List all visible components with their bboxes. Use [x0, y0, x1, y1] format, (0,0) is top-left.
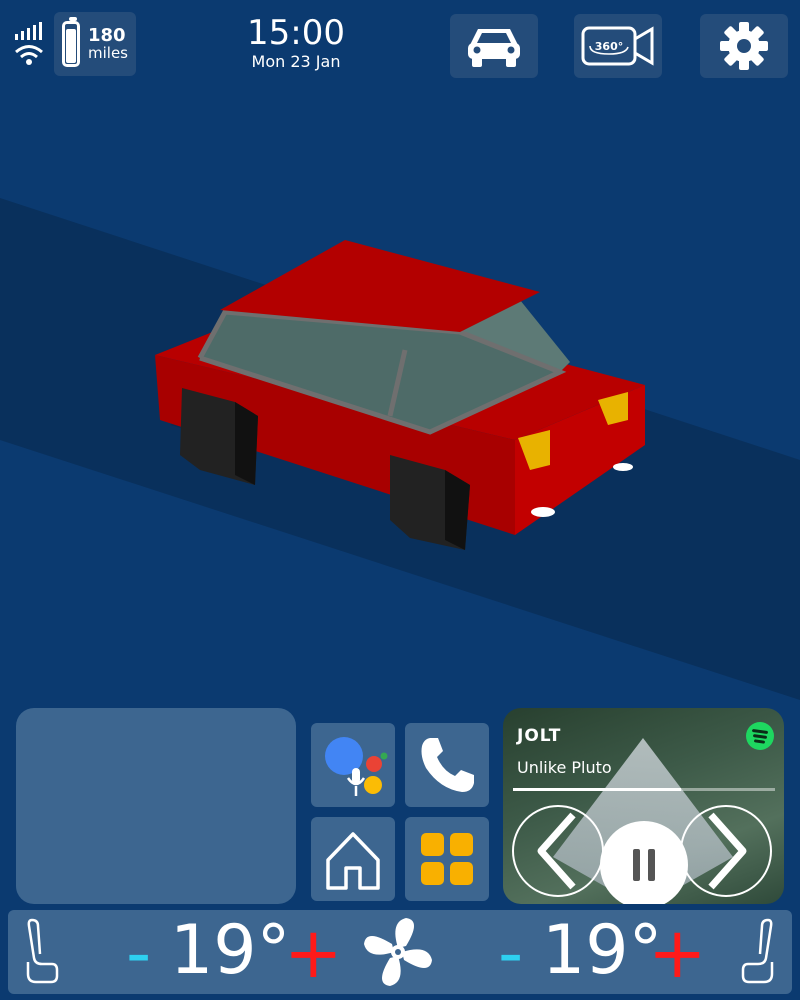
chevron-left-icon — [537, 812, 576, 890]
chevron-right-icon — [708, 812, 747, 890]
phone-icon — [421, 738, 474, 792]
right-temperature: 19° — [542, 911, 663, 990]
media-track: Unlike Pluto — [517, 758, 612, 777]
phone-button[interactable] — [405, 723, 489, 807]
car-3d-view — [155, 240, 645, 550]
seat-heater-right-icon[interactable] — [740, 916, 776, 988]
media-progress-fill — [513, 788, 681, 791]
home-icon — [326, 832, 380, 890]
apps-grid-icon — [421, 833, 473, 885]
google-assistant-icon — [325, 737, 388, 796]
left-temp-increase-button[interactable]: + — [284, 912, 343, 994]
play-pause-button[interactable] — [600, 821, 688, 904]
assistant-button[interactable] — [311, 723, 395, 807]
media-progress-bar[interactable] — [513, 788, 775, 791]
pause-icon — [633, 849, 655, 881]
widget-panel[interactable] — [16, 708, 296, 904]
media-player[interactable]: JOLT Unlike Pluto — [503, 708, 784, 904]
next-track-button[interactable] — [680, 805, 772, 897]
apps-button[interactable] — [405, 817, 489, 901]
right-temp-increase-button[interactable]: + — [648, 912, 707, 994]
previous-track-button[interactable] — [512, 805, 604, 897]
media-artist: JOLT — [517, 726, 562, 746]
left-temperature: 19° — [170, 911, 291, 990]
fan-icon[interactable] — [360, 914, 436, 990]
spotify-icon — [746, 722, 774, 750]
seat-heater-left-icon[interactable] — [24, 916, 60, 988]
left-temp-decrease-button[interactable]: - — [126, 912, 151, 994]
climate-bar: - 19° + - 19° + — [8, 910, 792, 994]
home-button[interactable] — [311, 817, 395, 901]
right-temp-decrease-button[interactable]: - — [498, 912, 523, 994]
